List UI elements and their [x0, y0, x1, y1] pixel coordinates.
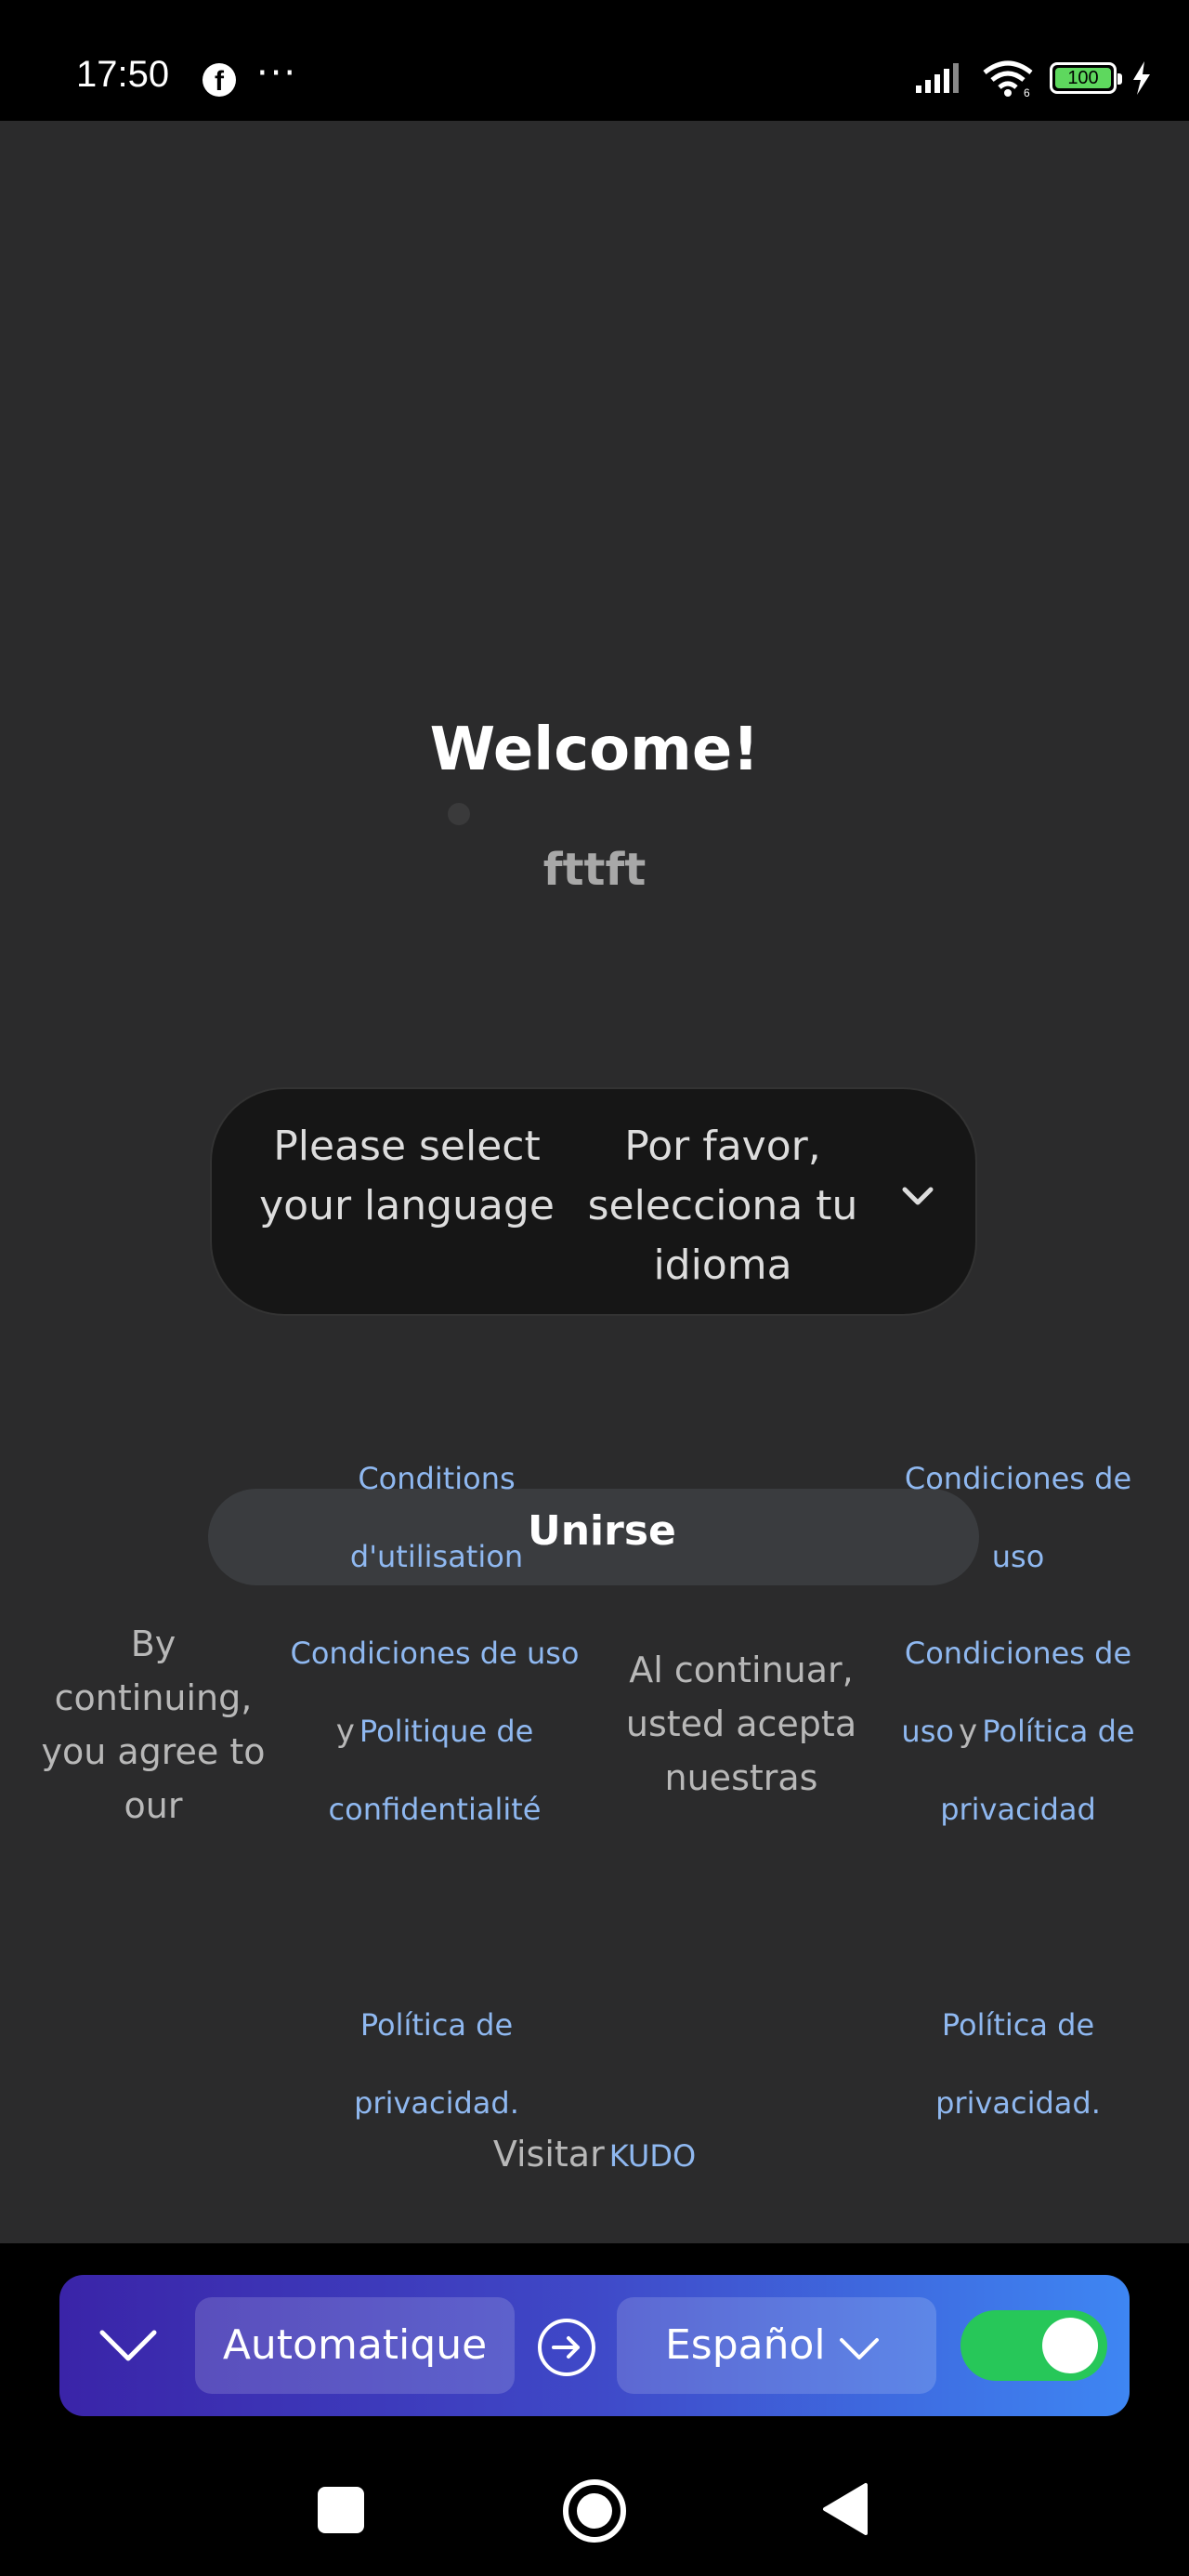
arrow-right-icon[interactable] [535, 2316, 598, 2379]
conditions-es-top-line1[interactable]: Condiciones de [905, 1461, 1131, 1496]
facebook-icon: f [203, 63, 236, 97]
battery-tip [1117, 73, 1122, 85]
back-icon[interactable] [821, 2481, 869, 2537]
and-text-2: y [959, 1713, 978, 1750]
privacy-policy-text-2[interactable]: Política de privacidad. [935, 2007, 1101, 2121]
home-icon[interactable] [561, 2477, 628, 2544]
translation-toggle[interactable] [960, 2310, 1107, 2381]
conditions-fr-line2[interactable]: d'utilisation [350, 1539, 523, 1574]
language-selector[interactable]: Please select your language Por favor, s… [210, 1087, 977, 1316]
event-name: fttft [542, 844, 647, 896]
network-label: 6 [1024, 86, 1030, 97]
privacy-policy-link-2[interactable]: Política de privacidad. [892, 1989, 1144, 2145]
visit-label: Visitar [492, 2134, 605, 2175]
privacy-policy-text-1[interactable]: Política de privacidad. [354, 2007, 519, 2121]
chevron-down-icon [840, 2338, 879, 2359]
conditions-link[interactable]: Condiciones de uso [291, 1636, 580, 1671]
toggle-knob [1042, 2318, 1098, 2373]
chevron-down-icon [902, 1187, 934, 1205]
privacy-policy-fr-link[interactable]: Politique de confidentialité [329, 1714, 542, 1827]
conditions-es-top-line2[interactable]: uso [992, 1539, 1045, 1574]
charging-icon [1133, 61, 1150, 95]
privacy-policy-link-1[interactable]: Política de privacidad. [316, 1989, 557, 2145]
and-text: y [335, 1713, 355, 1750]
conditions-link-es-top[interactable]: Condiciones de uso [892, 1442, 1144, 1598]
welcome-title: Welcome! [429, 716, 760, 784]
target-language-button[interactable]: Español [617, 2297, 936, 2394]
target-language-label: Español [665, 2321, 826, 2369]
battery-level: 100 [1055, 68, 1111, 88]
wifi-icon: 6 [983, 60, 1033, 97]
language-prompt-es: Por favor, selecciona tu idioma [587, 1123, 858, 1289]
language-prompt-en: Please select your language [259, 1123, 555, 1229]
collapse-chevron-icon[interactable] [95, 2312, 162, 2379]
status-bar: 17:50 f ··· 6 100 [0, 0, 1189, 121]
recents-icon[interactable] [318, 2487, 364, 2533]
translation-bar: Automatique Español [59, 2275, 1130, 2416]
terms-links-1: Condiciones de uso y Politique de confid… [288, 1617, 581, 1851]
visit-row: Visitar KUDO [0, 2134, 1189, 2175]
conditions-link-fr[interactable]: Conditions d'utilisation [316, 1442, 557, 1598]
navigation-bar [0, 2444, 1189, 2565]
join-button-label[interactable]: Unirse [528, 1507, 676, 1555]
source-language-button[interactable]: Automatique [195, 2297, 515, 2394]
agree-text-es: Al continuar, usted acepta nuestras [625, 1649, 857, 1798]
more-icon: ··· [256, 52, 298, 95]
status-time: 17:50 [76, 54, 170, 95]
agree-text-en: By continuing, you agree to our [41, 1623, 266, 1826]
loading-indicator [448, 803, 470, 825]
battery-icon: 100 [1050, 62, 1122, 94]
signal-icon [916, 63, 959, 93]
terms-links-2: Condiciones de uso y Política de privaci… [892, 1617, 1144, 1851]
status-icons: 6 100 [914, 59, 1152, 97]
conditions-fr-line1[interactable]: Conditions [358, 1461, 515, 1496]
kudo-link[interactable]: KUDO [609, 2138, 696, 2174]
